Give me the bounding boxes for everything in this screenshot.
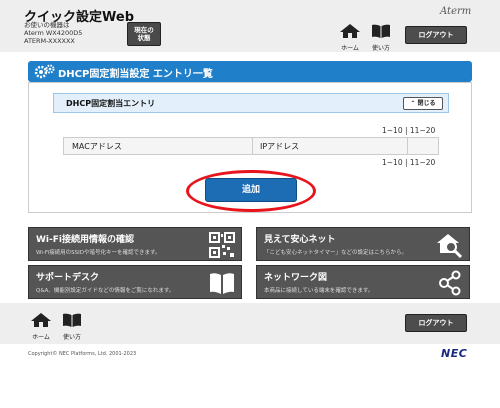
page: クイック設定Web お使いの機器は Aterm WX4200D5 ATERM-X…	[0, 0, 500, 408]
column-ip: IPアドレス	[260, 142, 300, 151]
device-model: Aterm WX4200D5	[24, 29, 83, 37]
gears-icon	[34, 64, 55, 79]
book-icon	[372, 24, 390, 38]
column-divider	[252, 138, 253, 154]
manual-label: 使い方	[371, 45, 390, 52]
tile-title: ネットワーク図	[264, 273, 328, 283]
tile-desc: Wi-Fi接続用のSSIDや暗号化キーを確認できます。	[36, 250, 161, 256]
highlight-ring	[186, 170, 316, 212]
panel-header: DHCP固定割当エントリ ⌃ 閉じる	[53, 93, 449, 113]
panel-title: DHCP固定割当エントリ	[66, 99, 156, 108]
footer-nav: ホーム 使い方 ログアウト	[0, 303, 500, 344]
manual-label: 使い方	[62, 334, 81, 341]
copyright: Copyright© NEC Platforms, Ltd. 2001-2023	[28, 351, 137, 357]
home-icon	[31, 313, 51, 327]
home-nav[interactable]: ホーム	[338, 23, 362, 52]
tile-title: サポートデスク	[36, 273, 100, 283]
home-search-icon	[437, 234, 463, 258]
device-info-line: お使いの機器は	[24, 21, 70, 29]
column-divider	[407, 138, 408, 154]
tile-desc: Q&A、機能別設定ガイドなどの情報をご覧になれます。	[36, 288, 175, 294]
column-mac: MACアドレス	[72, 142, 122, 151]
footer-manual-nav[interactable]: 使い方	[60, 312, 84, 341]
home-icon	[340, 24, 360, 38]
footer-home-nav[interactable]: ホーム	[29, 312, 53, 341]
tile-desc: 本商品に接続している端末を確認できます。	[264, 288, 374, 294]
manual-nav[interactable]: 使い方	[369, 23, 393, 52]
logout-button[interactable]: ログアウト	[405, 26, 467, 44]
close-label: 閉じる	[417, 100, 436, 107]
header: クイック設定Web お使いの機器は Aterm WX4200D5 ATERM-X…	[0, 0, 500, 52]
tile-network-map[interactable]: ネットワーク図 本商品に接続している端末を確認できます。	[256, 265, 470, 299]
current-status-button[interactable]: 現在の 状態	[127, 22, 161, 46]
chevron-up-icon: ⌃	[410, 100, 416, 107]
nec-logo: NEC	[441, 347, 468, 360]
pager-top[interactable]: 1~10 | 11~20	[382, 126, 435, 135]
footer-logout-button[interactable]: ログアウト	[405, 314, 467, 332]
tile-title: Wi-Fi接続用情報の確認	[36, 235, 134, 245]
network-icon	[439, 270, 461, 296]
close-button[interactable]: ⌃ 閉じる	[403, 97, 443, 110]
status-button-line2: 状態	[137, 34, 151, 42]
device-info: お使いの機器は Aterm WX4200D5 ATERM-XXXXXX	[24, 21, 82, 45]
book-icon	[63, 313, 81, 327]
tile-safe-net[interactable]: 見えて安心ネット 「こども安心ネットタイマー」などの設定はこちらから。	[256, 227, 470, 261]
status-button-line1: 現在の	[134, 26, 154, 34]
tile-support-desk[interactable]: サポートデスク Q&A、機能別設定ガイドなどの情報をご覧になれます。	[28, 265, 242, 299]
home-label: ホーム	[32, 334, 50, 341]
tile-wifi-info[interactable]: Wi-Fi接続用情報の確認 Wi-Fi接続用のSSIDや暗号化キーを確認できます…	[28, 227, 242, 261]
section-header: DHCP固定割当設定 エントリ一覧	[28, 61, 472, 82]
entry-table: MACアドレス IPアドレス	[63, 137, 439, 155]
pager-bottom[interactable]: 1~10 | 11~20	[382, 158, 435, 167]
brand-logo: Aterm	[440, 6, 472, 17]
home-label: ホーム	[341, 45, 359, 52]
tile-desc: 「こども安心ネットタイマー」などの設定はこちらから。	[264, 250, 408, 256]
qr-code-icon	[209, 232, 235, 258]
tile-title: 見えて安心ネット	[264, 235, 336, 245]
section-title: DHCP固定割当設定 エントリ一覧	[58, 69, 213, 80]
book-icon	[210, 273, 234, 294]
device-id: ATERM-XXXXXX	[24, 37, 75, 45]
